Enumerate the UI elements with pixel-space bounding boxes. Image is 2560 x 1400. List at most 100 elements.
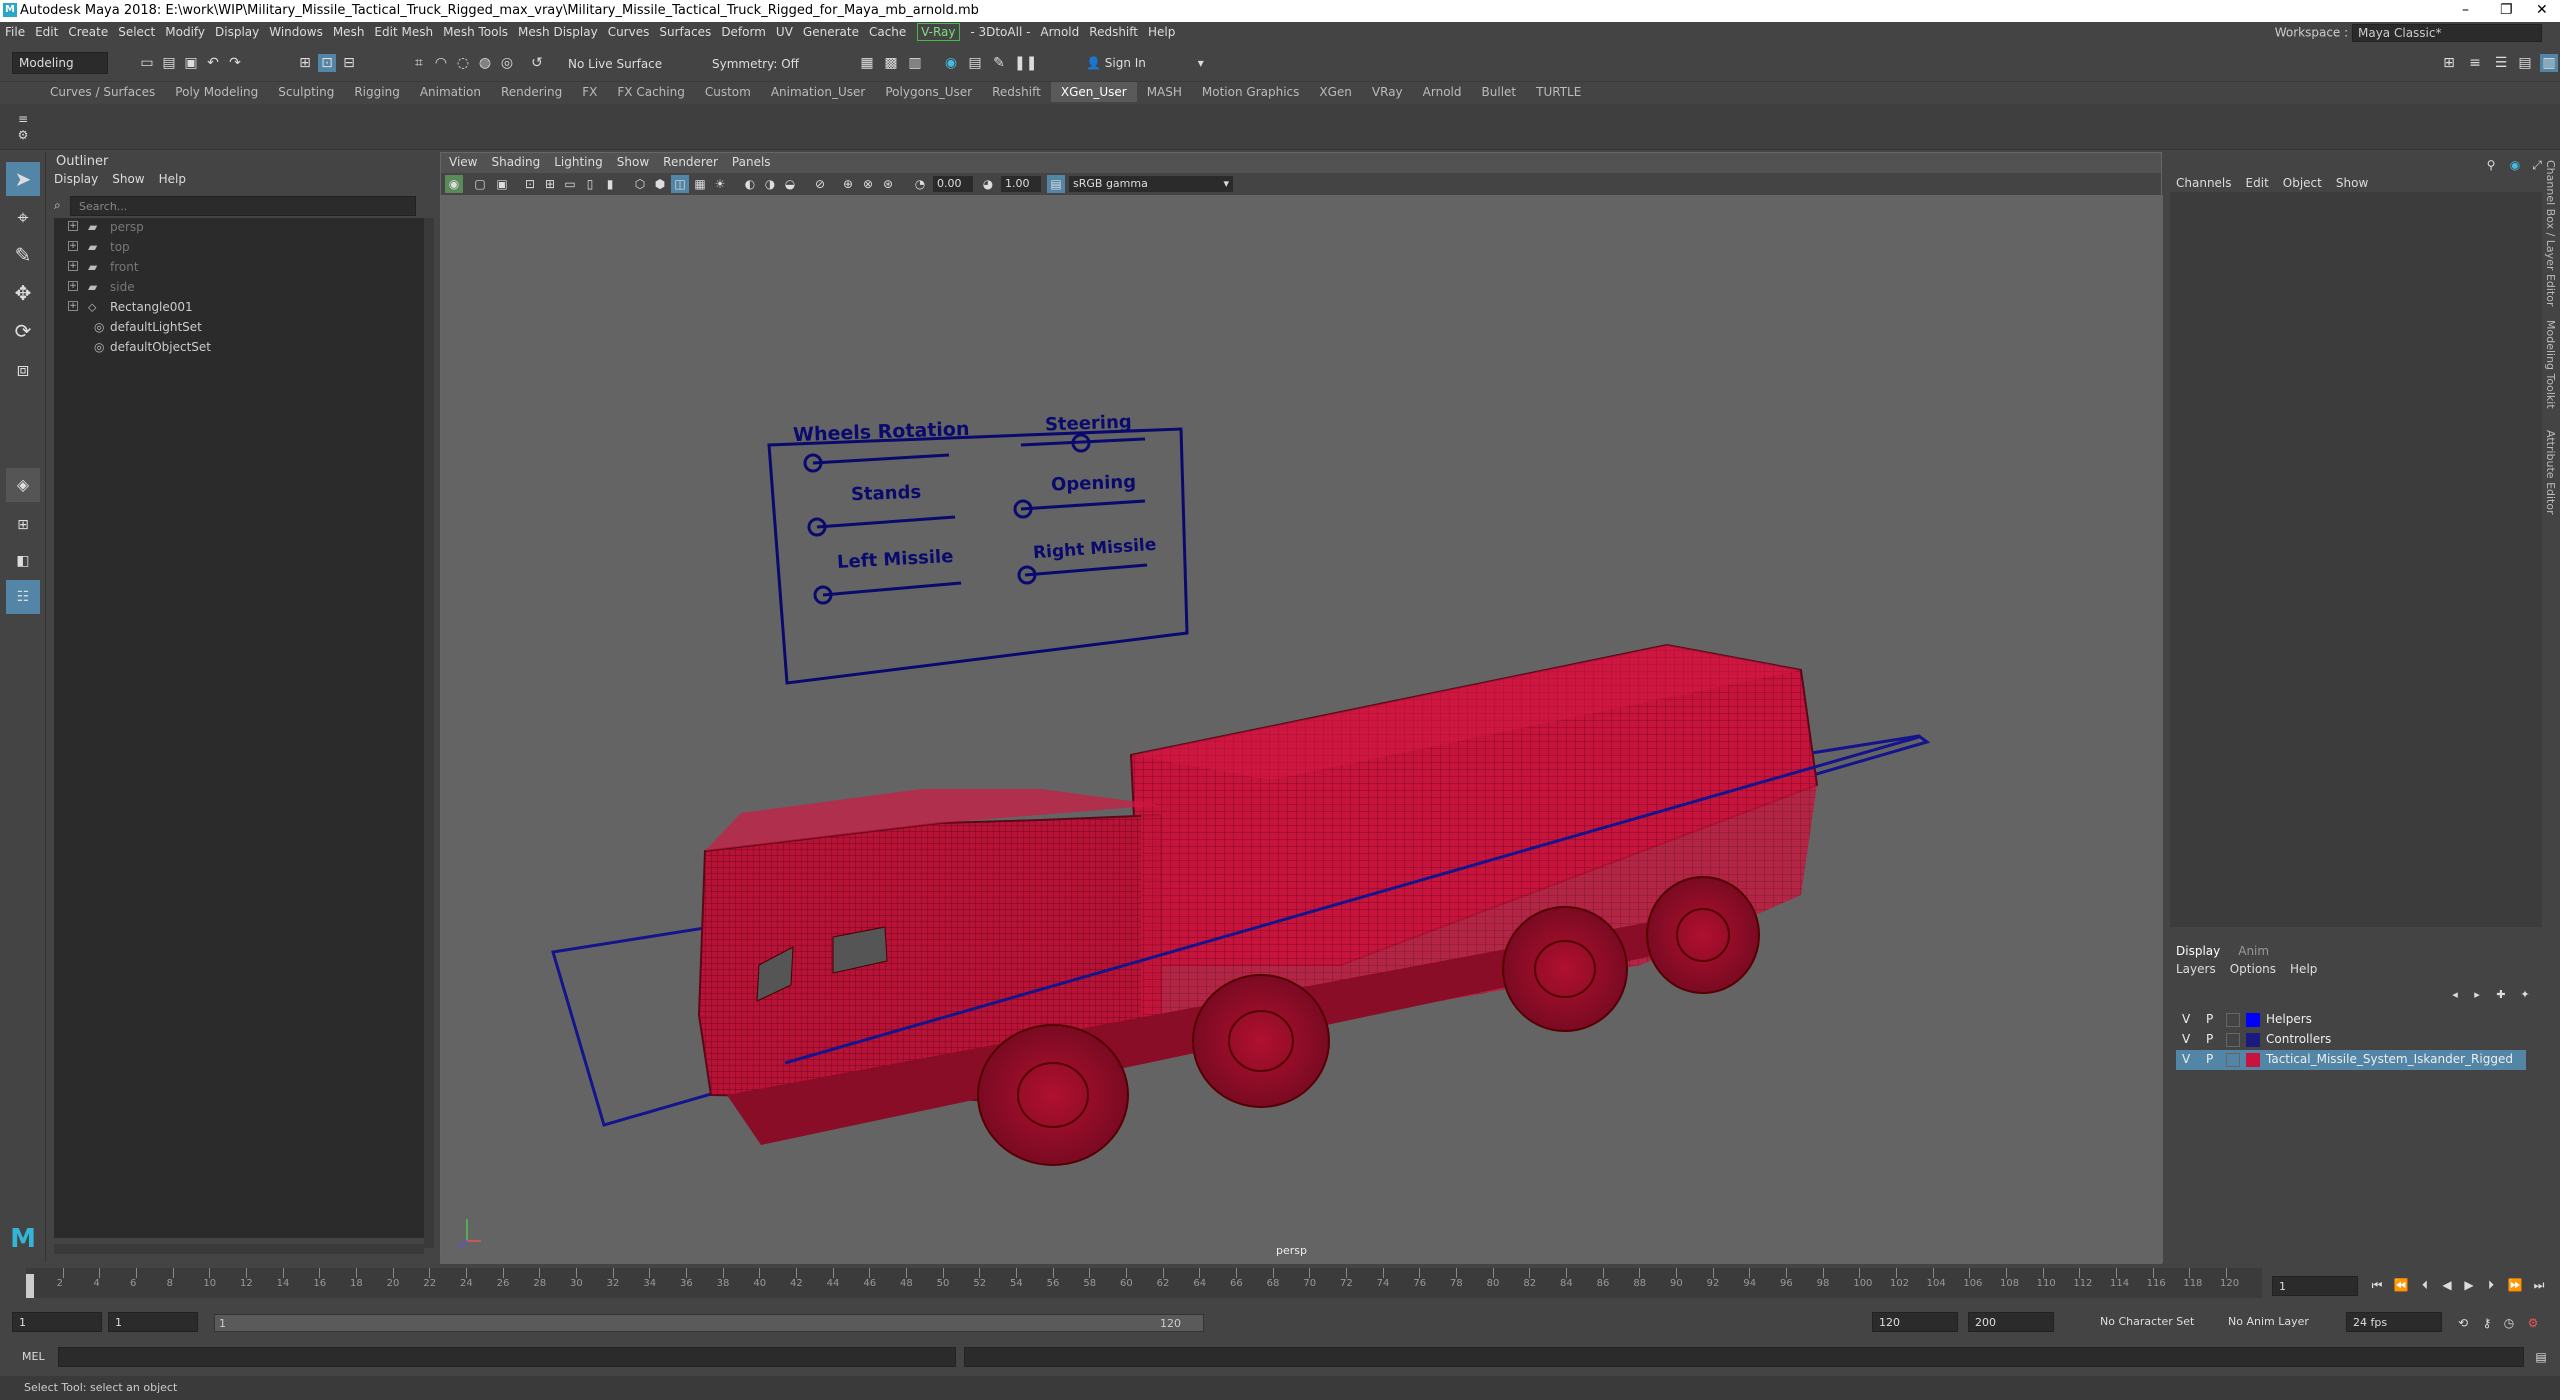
live-surface-label[interactable]: No Live Surface [568, 57, 662, 71]
channel-box-icon[interactable]: ▤ [2516, 54, 2534, 72]
lighting-icon[interactable]: ☀ [711, 175, 729, 193]
gate-mask-icon[interactable]: ▮ [601, 175, 619, 193]
mel-label[interactable]: MEL [22, 1350, 45, 1363]
colorspace-dropdown[interactable]: sRGB gamma ▾ [1069, 176, 1233, 192]
layer-type-toggle[interactable] [2226, 1033, 2240, 1047]
viewport-menu-view[interactable]: View [449, 155, 477, 169]
menu-arnold[interactable]: Arnold [1035, 22, 1084, 42]
layer-row[interactable]: V P Controllers [2176, 1030, 2526, 1050]
attribute-editor-icon[interactable]: ≡ [2466, 54, 2484, 72]
render-sequence-icon[interactable]: ▩ [882, 54, 900, 72]
snap-surface-icon[interactable]: ◎ [498, 54, 516, 72]
tool-settings-icon[interactable]: ☰ [2492, 54, 2510, 72]
textured-icon[interactable]: ▦ [691, 175, 709, 193]
bookmark-icon[interactable]: ▣ [493, 175, 511, 193]
workspace-dropdown[interactable]: Maya Classic* [2352, 24, 2542, 42]
layer-row[interactable]: V P Helpers [2176, 1010, 2526, 1030]
outliner-item-front[interactable]: + ▰ front [54, 258, 424, 278]
film-gate-icon[interactable]: ▭ [561, 175, 579, 193]
auto-key-icon[interactable]: ◷ [2500, 1314, 2518, 1332]
side-tab-modeling-toolkit[interactable]: Modeling Toolkit [2544, 320, 2557, 409]
channelbox-menu-channels[interactable]: Channels [2176, 176, 2232, 190]
menu-file[interactable]: File [0, 22, 30, 42]
channel-box[interactable] [2170, 192, 2542, 927]
menu-mesh-display[interactable]: Mesh Display [513, 22, 603, 42]
open-scene-icon[interactable]: ▤ [160, 54, 178, 72]
truck-model[interactable] [697, 643, 1819, 1166]
layer-color-swatch[interactable] [2246, 1053, 2260, 1067]
channelbox-menu-edit[interactable]: Edit [2246, 176, 2269, 190]
menu-3dtoall[interactable]: - 3DtoAll - [965, 22, 1035, 42]
shelf-tab-redshift[interactable]: Redshift [982, 82, 1051, 102]
render-settings-icon[interactable]: ◉ [942, 54, 960, 72]
save-scene-icon[interactable]: ▣ [182, 54, 200, 72]
outliner-item-defaultobjectset[interactable]: ◎ defaultObjectSet [54, 338, 424, 358]
attribute-toggle-icon[interactable]: ◉ [2506, 156, 2524, 174]
wireframe-icon[interactable]: ⬡ [631, 175, 649, 193]
menu-help[interactable]: Help [1143, 22, 1180, 42]
shelf-tab-rigging[interactable]: Rigging [344, 82, 409, 102]
layer-name[interactable]: Controllers [2266, 1032, 2331, 1046]
shelf-settings-icon[interactable]: ⚙ [14, 126, 32, 144]
smooth-shade-icon[interactable]: ⬢ [651, 175, 669, 193]
snap-view-icon[interactable]: ◍ [476, 54, 494, 72]
wireframe-on-shaded-icon[interactable]: ◫ [671, 175, 689, 193]
layer-type-toggle[interactable] [2226, 1053, 2240, 1067]
current-frame-marker[interactable] [26, 1274, 34, 1298]
anim-layer-dropdown[interactable]: No Anim Layer [2228, 1315, 2309, 1328]
menu-deform[interactable]: Deform [716, 22, 771, 42]
viewport-menu-lighting[interactable]: Lighting [554, 155, 603, 169]
end-time-field[interactable]: 200 [1968, 1312, 2054, 1332]
layer-name[interactable]: Tactical_Missile_System_Iskander_Rigged [2266, 1052, 2513, 1066]
outliner-search-input[interactable]: Search... [70, 196, 416, 216]
expand-icon[interactable]: + [68, 301, 78, 311]
modeling-toolkit-icon[interactable]: ⊞ [2440, 54, 2458, 72]
layer-type-toggle[interactable] [2226, 1013, 2240, 1027]
ambient-occlusion-icon[interactable]: ◑ [761, 175, 779, 193]
layer-playback-toggle[interactable]: P [2206, 1032, 2213, 1046]
layer-color-swatch[interactable] [2246, 1013, 2260, 1027]
layer-tab-display[interactable]: Display [2176, 944, 2220, 958]
snap-point-icon[interactable]: ◌ [454, 54, 472, 72]
menu-uv[interactable]: UV [771, 22, 798, 42]
expand-icon[interactable]: + [68, 221, 78, 231]
persp-outliner-layout-icon[interactable]: ◧ [6, 544, 40, 578]
paint-select-icon[interactable]: ✎ [6, 238, 40, 272]
go-to-end-icon[interactable]: ⏭ [2530, 1276, 2548, 1294]
outliner-hscrollbar[interactable] [54, 1244, 424, 1254]
undo-icon[interactable]: ↶ [204, 54, 222, 72]
rotate-tool-icon[interactable]: ⟳ [6, 314, 40, 348]
menu-modify[interactable]: Modify [160, 22, 210, 42]
shelf-tab-turtle[interactable]: TURTLE [1526, 82, 1591, 102]
snap-center-icon[interactable]: ↺ [528, 54, 546, 72]
move-layer-up-icon[interactable]: ◂ [2446, 986, 2464, 1004]
layer-visibility-toggle[interactable]: V [2182, 1032, 2190, 1046]
shelf-tab-custom[interactable]: Custom [695, 82, 761, 102]
wheel-front-1[interactable] [977, 1024, 1129, 1166]
camera-select-icon[interactable]: ◉ [445, 175, 463, 193]
layer-visibility-toggle[interactable]: V [2182, 1012, 2190, 1026]
move-tool-icon[interactable]: ✥ [6, 276, 40, 310]
select-hierarchy-icon[interactable]: ⊞ [296, 54, 314, 72]
outliner-item-side[interactable]: + ▰ side [54, 278, 424, 298]
layer-name[interactable]: Helpers [2266, 1012, 2312, 1026]
layer-playback-toggle[interactable]: P [2206, 1012, 2213, 1026]
playback-end-field[interactable]: 120 [1872, 1312, 1958, 1332]
camera-attributes-icon[interactable]: ▢ [471, 175, 489, 193]
outliner-menu-show[interactable]: Show [112, 172, 144, 186]
shelf-tab-vray[interactable]: VRay [1362, 82, 1413, 102]
time-slider[interactable]: 2 4 6 8 10 12 14 16 18 20 22 24 26 28 30 32 34 36 38 40 42 44… [0, 1264, 2560, 1314]
close-icon[interactable]: ✕ [2536, 2, 2548, 18]
viewport-canvas[interactable]: Wheels Rotation Steering Stands Opening … [441, 195, 2163, 1263]
expand-icon[interactable]: + [68, 241, 78, 251]
shelf-tab-fx[interactable]: FX [572, 82, 607, 102]
menu-vray[interactable]: V-Ray [917, 23, 960, 41]
menu-edit[interactable]: Edit [30, 22, 63, 42]
layer-color-swatch[interactable] [2246, 1033, 2260, 1047]
menu-create[interactable]: Create [63, 22, 113, 42]
menu-windows[interactable]: Windows [264, 22, 328, 42]
sign-in-button[interactable]: 👤 Sign In ▾ [1086, 56, 1204, 70]
side-tab-attribute-editor[interactable]: Attribute Editor [2544, 430, 2557, 515]
snap-grid-icon[interactable]: ⌗ [410, 54, 428, 72]
shadows-icon[interactable]: ◐ [741, 175, 759, 193]
